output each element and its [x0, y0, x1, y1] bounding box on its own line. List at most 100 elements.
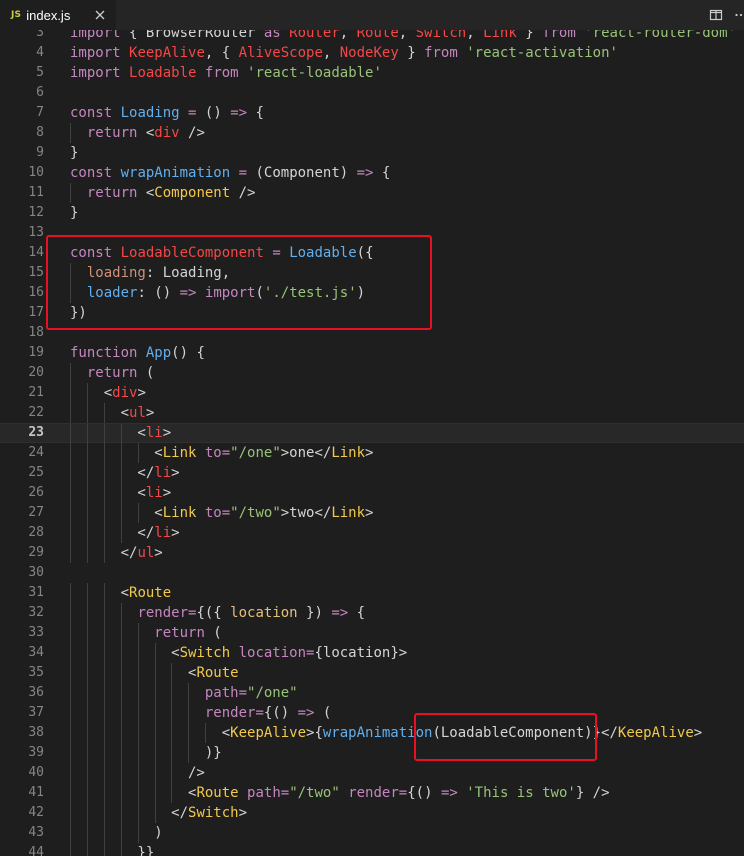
code-line[interactable]: 4 import KeepAlive, { AliveScope, NodeKey… [0, 43, 744, 63]
code-line[interactable]: 28 </li> [0, 523, 744, 543]
code-token: < [70, 485, 146, 501]
code-line[interactable]: 16 loader: () => import('./test.js') [0, 283, 744, 303]
code-token: ) [356, 285, 366, 301]
code-line[interactable]: 21 <div> [0, 383, 744, 403]
code-line[interactable]: 19 function App() { [0, 343, 744, 363]
code-text: <Route [70, 663, 239, 683]
code-line[interactable]: 10 const wrapAnimation = (Component) => { [0, 163, 744, 183]
code-line[interactable]: 27 <Link to="/two">two</Link> [0, 503, 744, 523]
code-line[interactable]: 18 [0, 323, 744, 343]
code-line[interactable]: 3 import { BrowserRouter as Router, Route… [0, 30, 744, 43]
code-token: "/two" [230, 505, 281, 521]
code-token: { BrowserRouter [120, 30, 264, 41]
code-token: "/one" [247, 685, 298, 701]
code-text: return ( [70, 623, 221, 643]
code-line[interactable]: 34 <Switch location={location}> [0, 643, 744, 663]
code-token: wrapAnimation [322, 725, 433, 741]
code-token: Loadable [129, 65, 197, 81]
code-line[interactable]: 31 <Route [0, 583, 744, 603]
code-token: >one</ [280, 445, 332, 461]
code-token: < [70, 385, 113, 401]
code-line[interactable]: 24 <Link to="/one">one</Link> [0, 443, 744, 463]
line-number: 17 [28, 305, 44, 320]
code-line[interactable]: 30 [0, 563, 744, 583]
code-line[interactable]: 20 return ( [0, 363, 744, 383]
code-line[interactable]: 33 return ( [0, 623, 744, 643]
code-line[interactable]: 38 <KeepAlive>{wrapAnimation(LoadableCom… [0, 723, 744, 743]
code-text: </ul> [70, 543, 163, 563]
code-editor[interactable]: 3 import { BrowserRouter as Router, Route… [0, 30, 744, 856]
code-token: > [171, 465, 180, 481]
code-text: }) [70, 303, 87, 323]
code-token: </ [70, 805, 189, 821]
close-icon[interactable] [93, 8, 107, 22]
code-line[interactable]: 36 path="/one" [0, 683, 744, 703]
code-text: import Loadable from 'react-loadable' [70, 63, 382, 83]
code-token: ul [129, 405, 146, 421]
code-line[interactable]: 29 </ul> [0, 543, 744, 563]
code-token: {location}> [314, 645, 408, 661]
code-token: { [348, 605, 366, 621]
javascript-file-icon: JS [11, 10, 22, 20]
code-line[interactable]: 25 </li> [0, 463, 744, 483]
line-number: 13 [28, 225, 44, 240]
code-line[interactable]: 39 )} [0, 743, 744, 763]
code-line[interactable]: 12} [0, 203, 744, 223]
code-line[interactable]: 13 [0, 223, 744, 243]
code-token: => [440, 785, 458, 801]
code-token: return [86, 365, 138, 381]
code-line[interactable]: 23 <li> [0, 423, 744, 444]
code-line[interactable]: 37 render={() => ( [0, 703, 744, 723]
code-token: < [70, 505, 163, 521]
line-number: 42 [28, 805, 44, 820]
tab-index-js[interactable]: JS index.js [0, 0, 116, 30]
code-line[interactable]: 41 <Route path="/two" render={() => 'Thi… [0, 783, 744, 803]
code-line[interactable]: 14 const LoadableComponent = Loadable({ [0, 243, 744, 263]
code-token: } /> [575, 785, 610, 801]
code-line[interactable]: 15 loading: Loading, [0, 263, 744, 283]
code-text: return <Component /> [70, 183, 256, 203]
code-line[interactable]: 9} [0, 143, 744, 163]
code-line[interactable]: 17}) [0, 303, 744, 323]
code-line[interactable]: 32 render={({ location }) => { [0, 603, 744, 623]
line-number: 23 [28, 425, 44, 440]
code-line[interactable]: 35 <Route [0, 663, 744, 683]
code-token: < [70, 665, 197, 681]
code-line[interactable]: 42 </Switch> [0, 803, 744, 823]
code-line[interactable]: 22 <ul> [0, 403, 744, 423]
code-line[interactable]: 40 /> [0, 763, 744, 783]
code-token: 'react-activation' [466, 45, 618, 61]
code-line[interactable]: 11 return <Component /> [0, 183, 744, 203]
code-token: } [70, 205, 79, 221]
code-line[interactable]: 43 ) [0, 823, 744, 843]
code-token: </ [70, 525, 155, 541]
code-line[interactable]: 5 import Loadable from 'react-loadable' [0, 63, 744, 83]
code-token: App [145, 345, 172, 361]
code-text: const LoadableComponent = Loadable({ [70, 243, 374, 263]
code-line[interactable]: 44 }} [0, 843, 744, 856]
line-number: 9 [36, 145, 44, 160]
code-text: } [70, 203, 78, 223]
code-token: > [171, 525, 180, 541]
code-line[interactable]: 26 <li> [0, 483, 744, 503]
code-text: <Link to="/two">two</Link> [70, 503, 373, 523]
code-token: } [398, 45, 425, 61]
code-text: </li> [70, 523, 180, 543]
split-editor-icon[interactable] [709, 8, 723, 22]
code-text: <ul> [70, 403, 155, 423]
code-token: ul [137, 545, 155, 561]
more-actions-icon[interactable] [734, 8, 744, 22]
code-token: , [466, 30, 484, 41]
code-line[interactable]: 7 const Loading = () => { [0, 103, 744, 123]
code-line[interactable]: 6 [0, 83, 744, 103]
code-token: /> [230, 185, 256, 201]
code-text: </Switch> [70, 803, 247, 823]
code-token: < [70, 585, 130, 601]
code-line[interactable]: 8 return <div /> [0, 123, 744, 143]
code-text: <li> [70, 424, 171, 442]
